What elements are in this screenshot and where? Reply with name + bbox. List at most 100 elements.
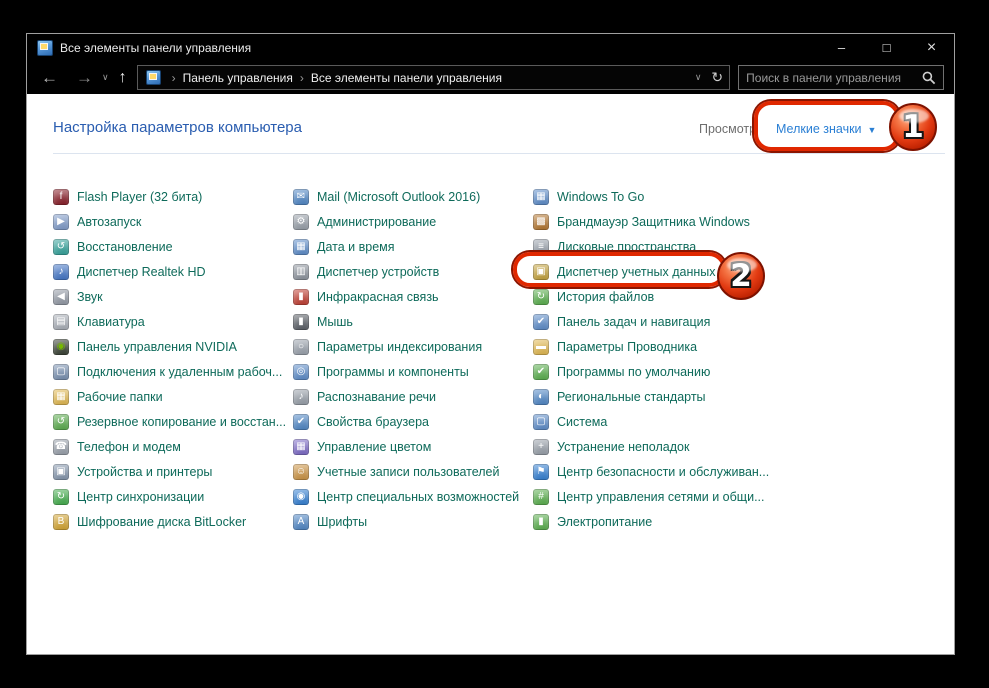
item-device-manager[interactable]: ▥ Диспетчер устройств — [293, 259, 531, 284]
titlebar[interactable]: Все элементы панели управления – □ × — [27, 34, 954, 61]
fonts-icon: A — [293, 513, 309, 530]
address-dropdown-chevron-icon[interactable]: ∨ — [695, 72, 702, 83]
navigation-bar: ← → ∨ ↑ › Панель управления › Все элемен… — [27, 61, 954, 94]
item-color-management[interactable]: ▦ Управление цветом — [293, 434, 531, 459]
item-nvidia-control-panel[interactable]: ◉ Панель управления NVIDIA — [53, 334, 291, 359]
breadcrumb-control-panel[interactable]: Панель управления — [183, 71, 293, 85]
system-icon: ▢ — [533, 413, 549, 430]
page-title: Настройка параметров компьютера — [53, 119, 302, 136]
devices-and-printers-icon: ▣ — [53, 463, 69, 480]
item-label: Центр безопасности и обслуживан... — [557, 464, 770, 479]
item-fonts[interactable]: A Шрифты — [293, 509, 531, 534]
item-autoplay[interactable]: ▶ Автозапуск — [53, 209, 291, 234]
items-column-3: ▦ Windows To Go ▩ Брандмауэр Защитника Wind… — [533, 184, 771, 534]
item-network-and-sharing-center[interactable]: # Центр управления сетями и общи... — [533, 484, 771, 509]
control-panel-window: Все элементы панели управления – □ × ← →… — [26, 33, 955, 655]
work-folders-icon: ▦ — [53, 388, 69, 405]
up-button[interactable]: ↑ — [119, 69, 127, 87]
item-phone-and-modem[interactable]: ☎ Телефон и модем — [53, 434, 291, 459]
bitlocker-drive-encryption-icon: B — [53, 513, 69, 530]
item-sound[interactable]: ◀ Звук — [53, 284, 291, 309]
item-sync-center[interactable]: ↻ Центр синхронизации — [53, 484, 291, 509]
item-power-options[interactable]: ▮ Электропитание — [533, 509, 771, 534]
item-default-programs[interactable]: ✔ Программы по умолчанию — [533, 359, 771, 384]
recovery-icon: ↺ — [53, 238, 69, 255]
keyboard-icon: ▤ — [53, 313, 69, 330]
item-devices-and-printers[interactable]: ▣ Устройства и принтеры — [53, 459, 291, 484]
item-label: Устранение неполадок — [557, 439, 690, 454]
item-keyboard[interactable]: ▤ Клавиатура — [53, 309, 291, 334]
color-management-icon: ▦ — [293, 438, 309, 455]
programs-and-features-icon: ◎ — [293, 363, 309, 380]
region-icon: ◐ — [533, 388, 549, 405]
forward-button[interactable]: → — [76, 69, 93, 86]
mouse-icon: ▮ — [293, 313, 309, 330]
maximize-button[interactable]: □ — [864, 34, 909, 61]
sync-center-icon: ↻ — [53, 488, 69, 505]
item-label: Электропитание — [557, 514, 653, 529]
item-taskbar-and-navigation[interactable]: ✔ Панель задач и навигация — [533, 309, 771, 334]
item-label: Центр специальных возможностей — [317, 489, 520, 504]
minimize-button[interactable]: – — [819, 34, 864, 61]
item-mouse[interactable]: ▮ Мышь — [293, 309, 531, 334]
item-label: Мышь — [317, 314, 353, 329]
item-windows-to-go[interactable]: ▦ Windows To Go — [533, 184, 771, 209]
administrative-tools-icon: ⚙ — [293, 213, 309, 230]
annotation-step-1: 1 — [889, 103, 937, 151]
ease-of-access-center-icon: ◉ — [293, 488, 309, 505]
item-windows-defender-firewall[interactable]: ▩ Брандмауэр Защитника Windows — [533, 209, 771, 234]
back-button[interactable]: ← — [41, 69, 58, 86]
item-flash-player[interactable]: f Flash Player (32 бита) — [53, 184, 291, 209]
content-area: Настройка параметров компьютера Просмотр… — [27, 94, 954, 654]
item-label: Панель управления NVIDIA — [77, 339, 237, 354]
item-troubleshooting[interactable]: + Устранение неполадок — [533, 434, 771, 459]
troubleshooting-icon: + — [533, 438, 549, 455]
close-button[interactable]: × — [909, 34, 954, 61]
item-programs-and-features[interactable]: ◎ Программы и компоненты — [293, 359, 531, 384]
item-security-and-maintenance[interactable]: ⚑ Центр безопасности и обслуживан... — [533, 459, 771, 484]
windows-defender-firewall-icon: ▩ — [533, 213, 549, 230]
item-file-explorer-options[interactable]: ▬ Параметры Проводника — [533, 334, 771, 359]
item-ease-of-access-center[interactable]: ◉ Центр специальных возможностей — [293, 484, 531, 509]
item-internet-options[interactable]: ✔ Свойства браузера — [293, 409, 531, 434]
item-bitlocker-drive-encryption[interactable]: B Шифрование диска BitLocker — [53, 509, 291, 534]
address-bar[interactable]: › Панель управления › Все элементы панел… — [136, 65, 731, 90]
item-label: Дата и время — [317, 239, 395, 254]
item-recovery[interactable]: ↺ Восстановление — [53, 234, 291, 259]
item-administrative-tools[interactable]: ⚙ Администрирование — [293, 209, 531, 234]
item-region[interactable]: ◐ Региональные стандарты — [533, 384, 771, 409]
item-user-accounts[interactable]: ☺ Учетные записи пользователей — [293, 459, 531, 484]
user-accounts-icon: ☺ — [293, 463, 309, 480]
item-label: Mail (Microsoft Outlook 2016) — [317, 189, 481, 204]
item-mail[interactable]: ✉ Mail (Microsoft Outlook 2016) — [293, 184, 531, 209]
breadcrumb-separator: › — [171, 70, 176, 85]
window-title: Все элементы панели управления — [60, 40, 252, 55]
item-label: Автозапуск — [77, 214, 142, 229]
search-icon[interactable] — [922, 71, 936, 85]
item-remote-desktop-connections[interactable]: ▢ Подключения к удаленным рабоч... — [53, 359, 291, 384]
item-speech-recognition[interactable]: ♪ Распознавание речи — [293, 384, 531, 409]
file-explorer-options-icon: ▬ — [533, 338, 549, 355]
item-label: История файлов — [557, 289, 655, 304]
item-date-and-time[interactable]: ▦ Дата и время — [293, 234, 531, 259]
item-indexing-options[interactable]: ○ Параметры индексирования — [293, 334, 531, 359]
item-backup-and-restore[interactable]: ↺ Резервное копирование и восстан... — [53, 409, 291, 434]
annotation-rect-view-selector — [754, 101, 900, 151]
taskbar-and-navigation-icon: ✔ — [533, 313, 549, 330]
search-box[interactable] — [738, 65, 945, 90]
item-label: Телефон и модем — [77, 439, 181, 454]
item-system[interactable]: ▢ Система — [533, 409, 771, 434]
item-label: Центр синхронизации — [77, 489, 205, 504]
item-realtek-hd-manager[interactable]: ♪ Диспетчер Realtek HD — [53, 259, 291, 284]
item-label: Брандмауэр Защитника Windows — [557, 214, 750, 229]
refresh-icon[interactable]: ↻ — [711, 69, 723, 86]
breadcrumb-all-items[interactable]: Все элементы панели управления — [311, 71, 502, 85]
history-chevron-icon[interactable]: ∨ — [102, 72, 109, 83]
item-label: Свойства браузера — [317, 414, 429, 429]
item-label: Программы и компоненты — [317, 364, 469, 379]
control-panel-icon — [145, 70, 161, 85]
item-work-folders[interactable]: ▦ Рабочие папки — [53, 384, 291, 409]
search-input[interactable] — [746, 70, 923, 85]
item-label: Центр управления сетями и общи... — [557, 489, 765, 504]
item-infrared[interactable]: ▮ Инфракрасная связь — [293, 284, 531, 309]
